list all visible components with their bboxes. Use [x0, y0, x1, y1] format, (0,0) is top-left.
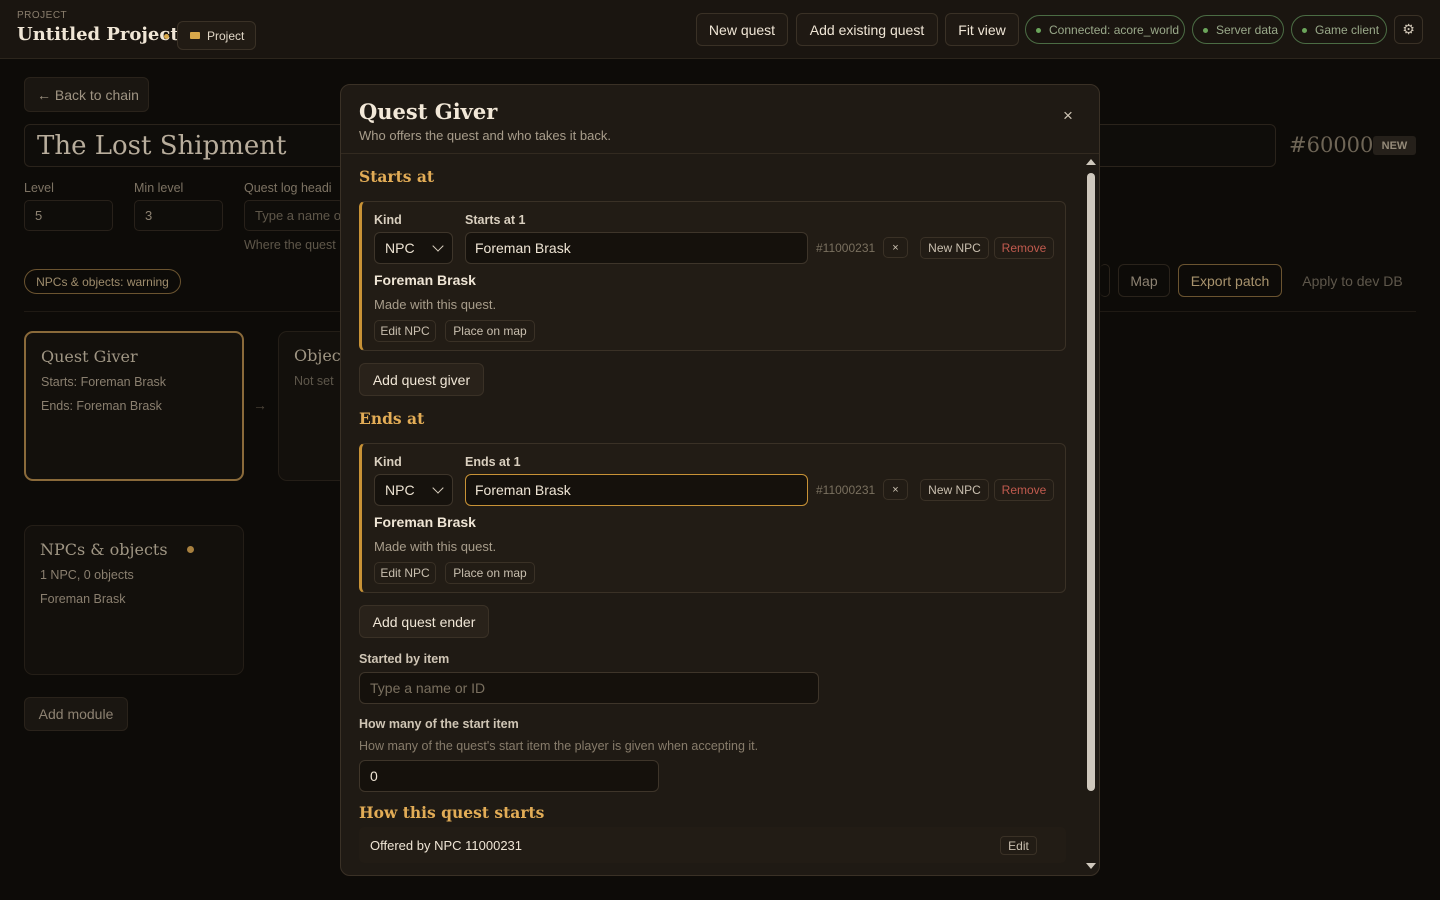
- kind-label: Kind: [374, 213, 402, 227]
- warning-chip[interactable]: NPCs & objects: warning: [24, 269, 181, 294]
- top-bar: PROJECT Untitled Project Project New que…: [0, 0, 1440, 59]
- new-npc-button[interactable]: New NPC: [920, 479, 989, 501]
- npc-name: Foreman Brask: [374, 272, 476, 288]
- clear-icon[interactable]: ×: [883, 479, 908, 500]
- scroll-up-icon[interactable]: [1086, 159, 1096, 165]
- how-starts-heading: How this quest starts: [359, 803, 545, 822]
- edit-npc-button[interactable]: Edit NPC: [374, 562, 436, 584]
- ends-at-entry: Kind Ends at 1 NPC Foreman Brask #110002…: [359, 443, 1066, 593]
- scrollbar[interactable]: [1085, 159, 1097, 873]
- fit-view-button[interactable]: Fit view: [945, 13, 1019, 46]
- npc-note: Made with this quest.: [374, 539, 497, 554]
- npc-id: #11000231: [816, 241, 876, 255]
- add-quest-ender-button[interactable]: Add quest ender: [359, 605, 489, 638]
- level-label: Level: [24, 181, 54, 195]
- place-on-map-button[interactable]: Place on map: [445, 562, 535, 584]
- arrow-icon: →: [253, 397, 267, 413]
- ends-at-input[interactable]: Foreman Brask: [465, 474, 808, 506]
- clear-icon[interactable]: ×: [883, 237, 908, 258]
- quest-id: #60000: [1289, 133, 1374, 157]
- start-item-count-label: How many of the start item: [359, 717, 519, 731]
- npc-note: Made with this quest.: [374, 297, 497, 312]
- starts-at-heading: Starts at: [359, 167, 435, 186]
- connection-status-badge[interactable]: Connected: acore_world: [1025, 15, 1185, 44]
- ends-at-heading: Ends at: [359, 409, 425, 428]
- game-client-badge[interactable]: Game client: [1291, 15, 1387, 44]
- back-to-chain-button[interactable]: ← Back to chain: [24, 77, 149, 112]
- new-quest-button[interactable]: New quest: [696, 13, 788, 46]
- kind-value: NPC: [385, 240, 415, 256]
- warning-dot: [187, 546, 194, 553]
- chevron-down-icon: [432, 482, 444, 494]
- ends-at-label: Ends at 1: [465, 455, 521, 469]
- objective-card[interactable]: Object Not set: [278, 331, 348, 481]
- map-button[interactable]: Map: [1118, 264, 1170, 297]
- folder-icon: [190, 32, 200, 39]
- modal-subtitle: Who offers the quest and who takes it ba…: [359, 128, 611, 143]
- apply-to-dev-db-button[interactable]: Apply to dev DB: [1289, 264, 1416, 297]
- project-chip-button[interactable]: Project: [177, 21, 256, 50]
- unsaved-dot: [164, 34, 169, 39]
- remove-button[interactable]: Remove: [994, 237, 1054, 259]
- npc-name: Foreman Brask: [374, 514, 476, 530]
- npc-id: #11000231: [816, 483, 876, 497]
- scroll-down-icon[interactable]: [1086, 863, 1096, 869]
- gear-icon[interactable]: ⚙: [1394, 15, 1423, 44]
- start-item-count-input[interactable]: 0: [359, 760, 659, 792]
- export-patch-button[interactable]: Export patch: [1178, 264, 1282, 297]
- quest-giver-card[interactable]: Quest Giver Starts: Foreman Brask Ends: …: [24, 331, 244, 481]
- starts-at-entry: Kind Starts at 1 NPC Foreman Brask #1100…: [359, 201, 1066, 351]
- place-on-map-button[interactable]: Place on map: [445, 320, 535, 342]
- modal-title: Quest Giver: [359, 99, 498, 124]
- scrollbar-thumb[interactable]: [1087, 173, 1095, 791]
- card-title: Quest Giver: [41, 347, 138, 366]
- kind-select[interactable]: NPC: [374, 474, 453, 506]
- edit-button[interactable]: Edit: [1000, 836, 1037, 855]
- kind-value: NPC: [385, 482, 415, 498]
- new-npc-button[interactable]: New NPC: [920, 237, 989, 259]
- card-title: NPCs & objects: [40, 540, 168, 559]
- add-module-button[interactable]: Add module: [24, 697, 128, 731]
- start-item-count-help: How many of the quest's start item the p…: [359, 739, 759, 753]
- add-existing-quest-button[interactable]: Add existing quest: [796, 13, 938, 46]
- project-chip-label: Project: [207, 28, 245, 43]
- chevron-down-icon: [432, 240, 444, 252]
- kind-select[interactable]: NPC: [374, 232, 453, 264]
- card-item: Foreman Brask: [40, 592, 126, 606]
- close-icon[interactable]: ×: [1059, 106, 1077, 125]
- remove-button[interactable]: Remove: [994, 479, 1054, 501]
- level-input[interactable]: 5: [24, 200, 113, 231]
- new-badge: NEW: [1373, 136, 1416, 155]
- starts-at-input[interactable]: Foreman Brask: [465, 232, 808, 264]
- quest-log-input[interactable]: Type a name o: [244, 200, 344, 231]
- quest-giver-modal: Quest Giver Who offers the quest and who…: [340, 84, 1100, 876]
- hidden-button-edge: [1100, 264, 1110, 297]
- add-quest-giver-button[interactable]: Add quest giver: [359, 363, 484, 396]
- card-not-set: Not set: [294, 374, 334, 388]
- quest-log-hint: Where the quest: [244, 238, 336, 252]
- min-level-input[interactable]: 3: [134, 200, 223, 231]
- card-starts: Starts: Foreman Brask: [41, 375, 167, 389]
- project-label: PROJECT: [17, 10, 68, 21]
- min-level-label: Min level: [134, 181, 184, 195]
- edit-npc-button[interactable]: Edit NPC: [374, 320, 436, 342]
- npcs-objects-card[interactable]: NPCs & objects 1 NPC, 0 objects Foreman …: [24, 525, 244, 675]
- started-by-item-label: Started by item: [359, 652, 450, 666]
- card-ends: Ends: Foreman Brask: [41, 399, 162, 413]
- project-title[interactable]: Untitled Project: [17, 24, 179, 45]
- started-by-item-input[interactable]: Type a name or ID: [359, 672, 819, 704]
- modal-divider: [341, 153, 1099, 154]
- kind-label: Kind: [374, 455, 402, 469]
- server-data-badge[interactable]: Server data: [1192, 15, 1284, 44]
- offered-by-row: Offered by NPC 11000231: [359, 827, 1066, 863]
- quest-log-label: Quest log headi: [244, 181, 332, 195]
- card-count: 1 NPC, 0 objects: [40, 568, 134, 582]
- starts-at-label: Starts at 1: [465, 213, 526, 227]
